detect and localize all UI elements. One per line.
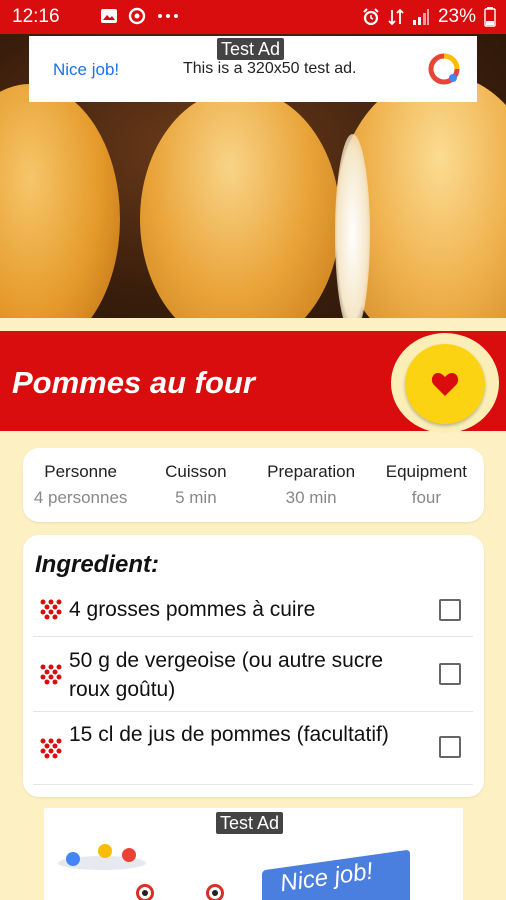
notification-icons	[100, 7, 180, 25]
info-label: Equipment	[385, 462, 468, 481]
ad-logo-icon	[428, 53, 460, 85]
bullet-dots-icon	[40, 738, 62, 759]
info-value: four	[411, 488, 442, 507]
favorite-button[interactable]	[405, 344, 485, 424]
bullet-dots-icon	[40, 599, 62, 620]
ad-dot	[98, 844, 112, 858]
sync-icon	[128, 7, 146, 25]
info-value: 4 personnes	[33, 488, 128, 507]
baked-apple-image	[0, 84, 120, 318]
ad-dot	[66, 852, 80, 866]
recipe-title: Pommes au four	[12, 365, 255, 400]
ad-cta[interactable]: Nice job!	[53, 60, 119, 80]
status-time: 12:16	[12, 6, 60, 27]
ingredients-heading: Ingredient:	[35, 551, 159, 578]
image-icon	[101, 9, 117, 23]
system-icons: 23%	[362, 6, 496, 28]
alarm-icon	[363, 8, 379, 26]
ingredient-row: 15 cl de jus de pommes (facultatif)	[33, 713, 473, 785]
top-banner-ad[interactable]: Test Ad Nice job! This is a 320x50 test …	[29, 36, 477, 102]
status-bar: 12:16 23%	[0, 0, 506, 34]
more-dots-icon	[158, 14, 178, 18]
info-preparation: Preparation 30 min	[254, 448, 369, 522]
baked-apple-image	[140, 89, 340, 318]
ingredient-text: 15 cl de jus de pommes (facultatif)	[69, 723, 389, 746]
ingredient-checkbox[interactable]	[439, 736, 461, 758]
ad-tag: Test Ad	[216, 812, 284, 834]
info-equipment: Equipment four	[369, 448, 484, 522]
bullet-dots-icon	[40, 664, 62, 685]
signal-icon	[412, 9, 429, 25]
ingredient-row: 50 g de vergeoise (ou autre sucre roux g…	[33, 638, 473, 712]
ingredient-text: 4 grosses pommes à cuire	[69, 598, 316, 621]
info-label: Cuisson	[165, 462, 227, 481]
ad-text: This is a 320x50 test ad.	[183, 60, 357, 77]
heart-icon	[431, 373, 459, 396]
info-cooking: Cuisson 5 min	[138, 448, 253, 522]
baked-apple-image	[335, 74, 506, 318]
info-persons: Personne 4 personnes	[23, 448, 138, 522]
recipe-info-card: Personne 4 personnes Cuisson 5 min Prepa…	[23, 448, 484, 522]
ingredient-row: 4 grosses pommes à cuire	[33, 585, 473, 637]
ad-dot	[122, 848, 136, 862]
ingredient-text: 50 g de vergeoise (ou autre sucre roux g…	[69, 649, 384, 701]
battery-percent: 23%	[437, 6, 476, 27]
battery-icon	[484, 7, 496, 27]
info-label: Personne	[44, 462, 118, 481]
ad-illustration-eye	[206, 884, 224, 900]
data-icon	[388, 8, 404, 26]
info-value: 30 min	[285, 488, 337, 507]
info-label: Preparation	[267, 462, 356, 481]
ingredients-card: Ingredient: 4 grosses pommes à cuire 50 …	[23, 535, 484, 797]
ad-tag: Test Ad	[217, 38, 285, 60]
ad-illustration-eye	[136, 884, 154, 900]
ingredient-checkbox[interactable]	[439, 663, 461, 685]
bottom-banner-ad[interactable]: Test Ad Nice job!	[44, 808, 463, 900]
info-value: 5 min	[175, 488, 217, 507]
ingredient-checkbox[interactable]	[439, 599, 461, 621]
